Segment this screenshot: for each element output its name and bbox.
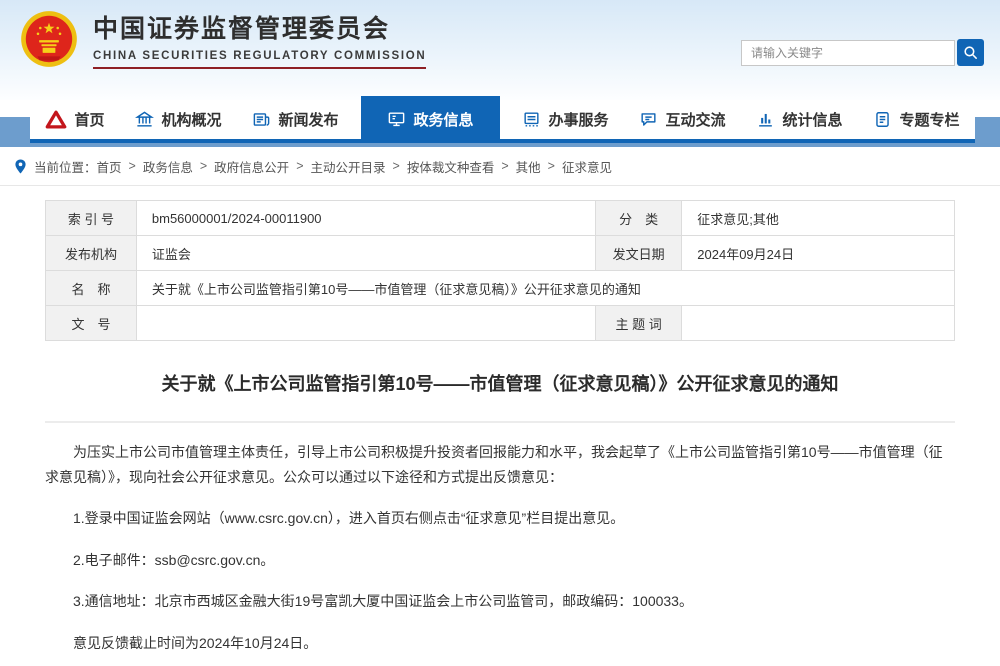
breadcrumb-item-catalog[interactable]: 主动公开目录	[311, 157, 386, 176]
search-button[interactable]	[957, 39, 984, 66]
bank-icon	[135, 110, 154, 129]
breadcrumb-separator: >	[200, 159, 207, 173]
org-name-cn: 中国证券监督管理委员会	[93, 14, 426, 45]
nav-item-special-topics[interactable]: 专题专栏	[865, 98, 967, 141]
national-emblem-icon	[20, 10, 78, 73]
paragraph-deadline: 意见反馈截止时间为2024年10月24日。	[45, 631, 955, 656]
csrc-logo-icon	[45, 109, 67, 131]
breadcrumb-item-solicitation[interactable]: 征求意见	[562, 157, 612, 176]
search-input[interactable]	[741, 40, 955, 66]
breadcrumb-item-government-info[interactable]: 政务信息	[143, 157, 193, 176]
subject-words-label: 主 题 词	[595, 306, 681, 341]
nav-item-label: 专题专栏	[899, 109, 959, 130]
breadcrumb-item-other[interactable]: 其他	[516, 157, 541, 176]
nav-item-interaction[interactable]: 互动交流	[631, 98, 733, 141]
breadcrumb-separator: >	[296, 159, 303, 173]
table-row: 文 号 主 题 词	[46, 306, 955, 341]
index-number-label: 索 引 号	[46, 201, 137, 236]
breadcrumb-item-home[interactable]: 首页	[97, 157, 122, 176]
location-pin-icon	[14, 159, 27, 174]
table-row: 索 引 号 bm56000001/2024-00011900 分 类 征求意见;…	[46, 201, 955, 236]
breadcrumb-prefix: 当前位置：	[34, 157, 97, 176]
chat-icon	[639, 110, 658, 129]
table-row: 名 称 关于就《上市公司监管指引第10号——市值管理（征求意见稿）》公开征求意见…	[46, 271, 955, 306]
paragraph-method-website: 1.登录中国证监会网站（www.csrc.gov.cn），进入首页右侧点击“征求…	[45, 506, 955, 531]
document-number-value	[136, 306, 595, 341]
issuing-agency-value: 证监会	[136, 236, 595, 271]
nav-item-label: 办事服务	[548, 109, 608, 130]
breadcrumb-separator: >	[548, 159, 555, 173]
breadcrumb-item-by-type[interactable]: 按体裁文种查看	[407, 157, 495, 176]
document-info-table: 索 引 号 bm56000001/2024-00011900 分 类 征求意见;…	[45, 200, 955, 341]
document-name-label: 名 称	[46, 271, 137, 306]
service-list-icon	[522, 110, 541, 129]
document-number-label: 文 号	[46, 306, 137, 341]
csrc-webpage: 中国证券监督管理委员会 CHINA SECURITIES REGULATORY …	[0, 0, 1000, 666]
org-name-en: CHINA SECURITIES REGULATORY COMMISSION	[93, 50, 426, 69]
nav-item-news[interactable]: 新闻发布	[244, 98, 346, 141]
nav-item-label: 新闻发布	[278, 109, 338, 130]
site-header: 中国证券监督管理委员会 CHINA SECURITIES REGULATORY …	[0, 0, 1000, 100]
page-title: 关于就《上市公司监管指引第10号——市值管理（征求意见稿）》公开征求意见的通知	[45, 370, 955, 396]
issue-date-value: 2024年09月24日	[682, 236, 955, 271]
nav-bar: 首页 机构概况 新闻发布	[30, 100, 975, 143]
main-nav: 首页 机构概况 新闻发布	[0, 100, 1000, 147]
nav-item-about[interactable]: 机构概况	[127, 98, 229, 141]
paragraph-method-email: 2.电子邮件：ssb@csrc.gov.cn。	[45, 548, 955, 573]
nav-item-label: 统计信息	[782, 109, 842, 130]
breadcrumb-separator: >	[129, 159, 136, 173]
paragraph-method-mail: 3.通信地址：北京市西城区金融大街19号富凯大厦中国证监会上市公司监管司，邮政编…	[45, 589, 955, 614]
breadcrumb-separator: >	[393, 159, 400, 173]
category-label: 分 类	[595, 201, 681, 236]
breadcrumb-item-info-disclosure[interactable]: 政府信息公开	[214, 157, 289, 176]
bar-chart-icon	[756, 110, 775, 129]
nav-item-home[interactable]: 首页	[37, 98, 112, 141]
news-icon	[252, 110, 271, 129]
table-row: 发布机构 证监会 发文日期 2024年09月24日	[46, 236, 955, 271]
issue-date-label: 发文日期	[595, 236, 681, 271]
nav-item-services[interactable]: 办事服务	[514, 98, 616, 141]
article-body: 为压实上市公司市值管理主体责任，引导上市公司积极提升投资者回报能力和水平，我会起…	[45, 440, 955, 655]
doc-icon	[873, 110, 892, 129]
nav-item-label: 互动交流	[665, 109, 725, 130]
site-brand: 中国证券监督管理委员会 CHINA SECURITIES REGULATORY …	[20, 10, 426, 73]
article-content: 索 引 号 bm56000001/2024-00011900 分 类 征求意见;…	[0, 186, 1000, 655]
nav-item-label: 机构概况	[161, 109, 221, 130]
nav-item-statistics[interactable]: 统计信息	[748, 98, 850, 141]
site-search	[741, 39, 984, 66]
nav-item-label: 首页	[74, 109, 104, 130]
search-icon	[962, 44, 979, 61]
document-name-value: 关于就《上市公司监管指引第10号——市值管理（征求意见稿）》公开征求意见的通知	[136, 271, 954, 306]
index-number-value: bm56000001/2024-00011900	[136, 201, 595, 236]
paragraph-intro: 为压实上市公司市值管理主体责任，引导上市公司积极提升投资者回报能力和水平，我会起…	[45, 440, 955, 489]
breadcrumb-separator: >	[501, 159, 508, 173]
monitor-icon	[387, 110, 406, 129]
nav-item-government-info[interactable]: 政务信息	[361, 96, 499, 143]
breadcrumb: 当前位置： 首页 > 政务信息 > 政府信息公开 > 主动公开目录 > 按体裁文…	[0, 147, 1000, 186]
nav-item-label: 政务信息	[413, 109, 473, 130]
category-value: 征求意见;其他	[682, 201, 955, 236]
issuing-agency-label: 发布机构	[46, 236, 137, 271]
subject-words-value	[682, 306, 955, 341]
brand-text: 中国证券监督管理委员会 CHINA SECURITIES REGULATORY …	[93, 14, 426, 69]
title-divider	[45, 421, 955, 423]
